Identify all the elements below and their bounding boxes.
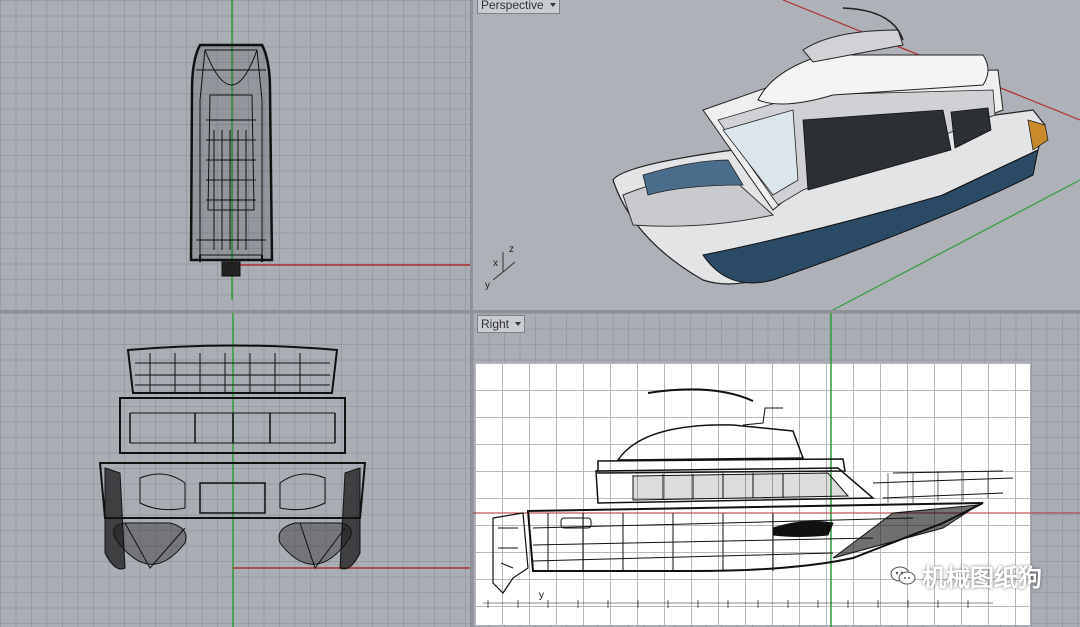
watermark-text: 机械图纸狗 [922, 564, 1042, 592]
top-viewport[interactable] [0, 0, 470, 310]
viewport-title-label: Perspective [481, 0, 544, 12]
axis-y-label: y [485, 280, 490, 291]
top-view-drawing [189, 0, 470, 300]
right-ruler-ticks [487, 600, 969, 608]
perspective-viewport[interactable]: x z y Perspective [473, 0, 1080, 310]
axis-x-label: x [493, 258, 498, 269]
chevron-down-icon [515, 322, 522, 326]
boat-top-wireframe [189, 43, 274, 277]
viewport-title-perspective[interactable]: Perspective [477, 0, 560, 14]
wechat-icon [890, 566, 916, 584]
right-viewport[interactable]: y Right 机械图纸狗 [473, 313, 1080, 627]
chevron-down-icon [549, 3, 556, 7]
front-view-drawing [98, 313, 470, 627]
viewport-title-right[interactable]: Right [477, 315, 526, 333]
perspective-view-drawing: x z y [485, 0, 1080, 310]
watermark: 机械图纸狗 [890, 558, 1042, 593]
axis-z-label: z [509, 244, 514, 255]
viewport-title-label: Right [481, 317, 510, 331]
front-viewport[interactable] [0, 313, 470, 627]
boat-shaded-model [612, 7, 1049, 285]
ruler-y-label: y [539, 590, 544, 601]
